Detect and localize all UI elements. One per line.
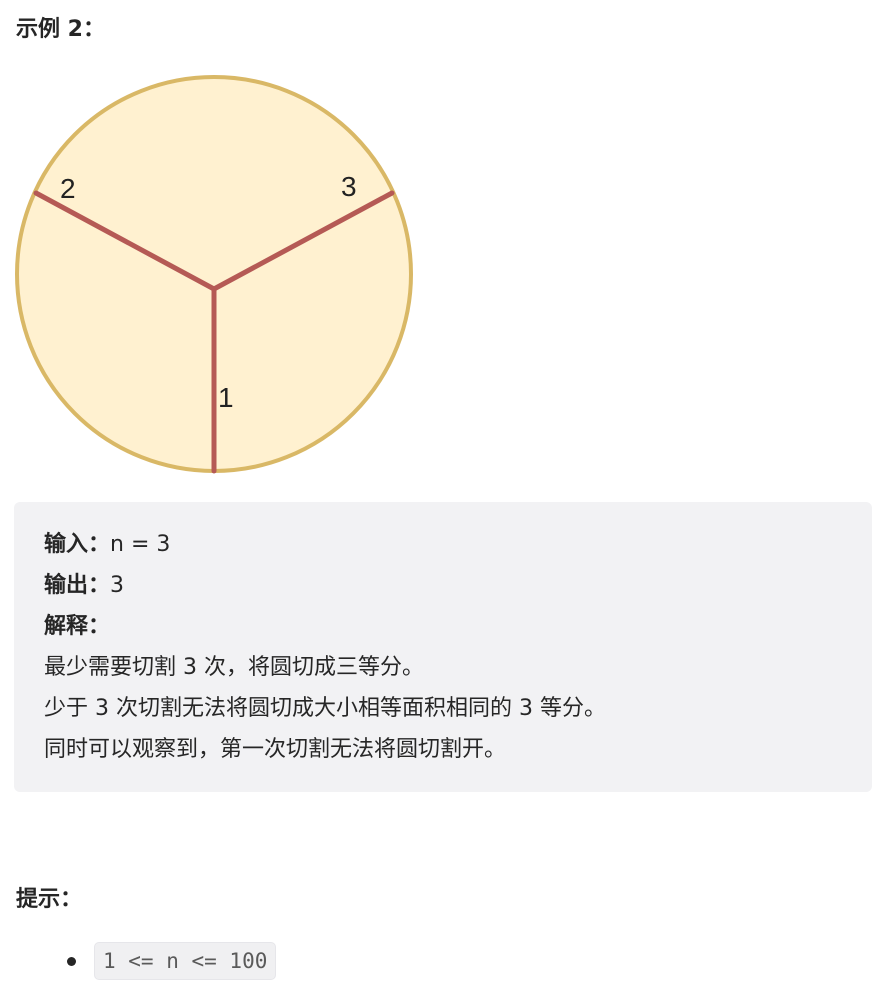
cut-label-3: 3 [341, 171, 357, 202]
explain-line-2: 少于 3 次切割无法将圆切成大小相等面积相同的 3 等分。 [44, 696, 606, 721]
explain-line-1: 最少需要切割 3 次，将圆切成三等分。 [44, 655, 424, 680]
cut-label-2: 2 [60, 173, 76, 204]
output-label: 输出： [44, 573, 111, 598]
constraint-code: 1 <= n <= 100 [94, 942, 277, 980]
input-value: n = 3 [110, 532, 171, 557]
input-line: 输入：n = 3 [44, 524, 842, 565]
explain-line-3: 同时可以观察到，第一次切割无法将圆切割开。 [44, 737, 507, 762]
input-label: 输入： [44, 532, 111, 557]
circle-diagram: 1 2 3 [15, 75, 413, 474]
bullet-icon [67, 957, 76, 966]
constraints-list: 1 <= n <= 100 [0, 942, 277, 982]
output-line: 输出：3 [44, 565, 842, 606]
cut-label-1: 1 [218, 382, 234, 413]
constraint-item: 1 <= n <= 100 [0, 942, 277, 982]
example-title: 示例 2： [16, 17, 105, 42]
output-value: 3 [110, 573, 125, 598]
example-code-block: 输入：n = 3 输出：3 解释： 最少需要切割 3 次，将圆切成三等分。 少于… [14, 502, 872, 792]
circle-figure: 1 2 3 [10, 70, 420, 484]
hints-title: 提示： [16, 887, 83, 912]
explain-label-line: 解释： [44, 606, 842, 647]
explain-label: 解释： [44, 614, 111, 639]
